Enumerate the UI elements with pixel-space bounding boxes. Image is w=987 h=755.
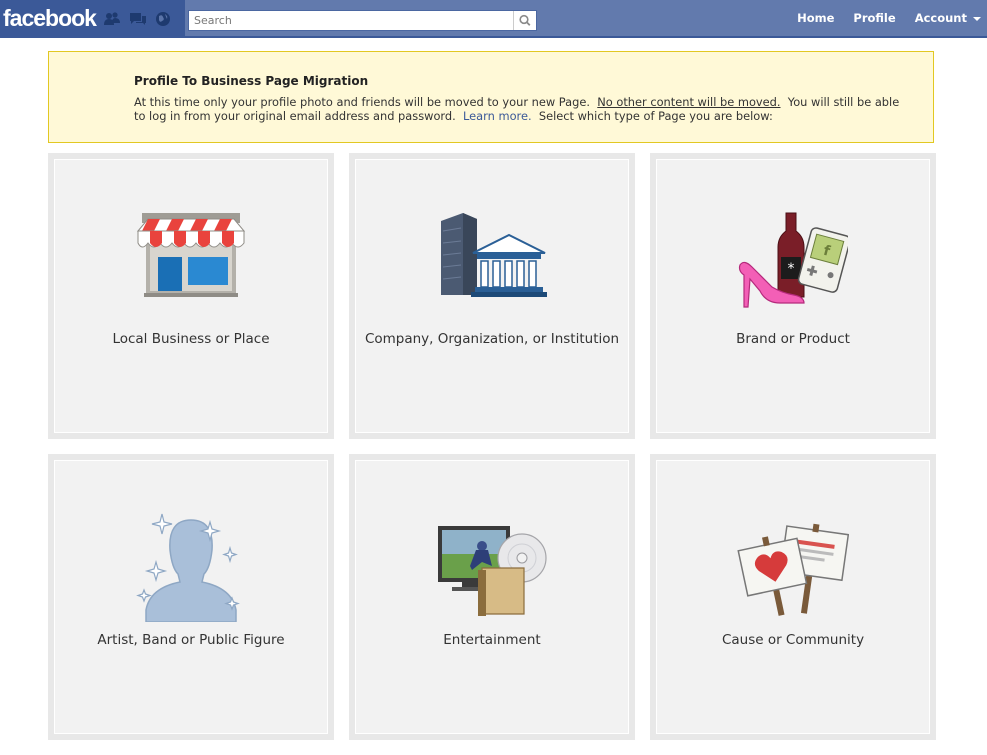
caret-down-icon: [973, 16, 981, 21]
notice-body: At this time only your profile photo and…: [134, 95, 903, 123]
nav-account-label: Account: [914, 11, 967, 25]
notice-text-before: At this time only your profile photo and…: [134, 95, 590, 109]
buildings-icon: [441, 213, 547, 297]
tile-entertainment[interactable]: Entertainment: [349, 454, 635, 740]
tile-label: Entertainment: [443, 632, 541, 648]
notice-text-after: Select which type of Page you are below:: [538, 109, 773, 123]
messages-icon[interactable]: [129, 11, 147, 27]
svg-text:*: *: [788, 261, 795, 277]
tile-brand-product[interactable]: * f Brand or Product: [650, 153, 936, 439]
storefront-icon: [136, 213, 246, 297]
notice-title: Profile To Business Page Migration: [134, 74, 369, 88]
nav-home-link[interactable]: Home: [797, 11, 834, 25]
migration-notice: Profile To Business Page Migration At th…: [48, 51, 934, 143]
tile-label: Artist, Band or Public Figure: [97, 632, 285, 648]
tile-label: Cause or Community: [721, 632, 865, 648]
tile-label: Brand or Product: [736, 331, 850, 347]
tv-disc-book-icon: [438, 526, 547, 616]
tile-label: Local Business or Place: [112, 331, 270, 347]
protest-signs-icon: [737, 523, 849, 616]
tile-local-business[interactable]: Local Business or Place: [48, 153, 334, 439]
tile-cause-community[interactable]: Cause or Community: [650, 454, 936, 740]
products-icon: * f: [738, 212, 848, 308]
nav-account-link[interactable]: Account: [915, 11, 981, 25]
header-nav: Home Profile Account: [778, 0, 981, 36]
search-box[interactable]: [188, 10, 537, 31]
facebook-logo[interactable]: facebook: [3, 4, 97, 32]
search-button[interactable]: [513, 11, 536, 30]
nav-profile-link[interactable]: Profile: [853, 11, 895, 25]
tile-label: Company, Organization, or Institution: [364, 331, 620, 347]
tile-company-organization[interactable]: Company, Organization, or Institution: [349, 153, 635, 439]
person-silhouette-icon: [136, 513, 240, 622]
notifications-globe-icon[interactable]: [154, 11, 172, 27]
friend-requests-icon[interactable]: [103, 11, 121, 27]
magnifier-icon: [519, 14, 531, 26]
learn-more-link[interactable]: Learn more.: [463, 109, 532, 123]
tile-artist-band-public-figure[interactable]: Artist, Band or Public Figure: [48, 454, 334, 740]
search-input[interactable]: [189, 11, 524, 30]
top-navigation-bar: facebook Home Profile Account: [0, 0, 987, 38]
notice-text-underlined: No other content will be moved.: [597, 95, 781, 109]
